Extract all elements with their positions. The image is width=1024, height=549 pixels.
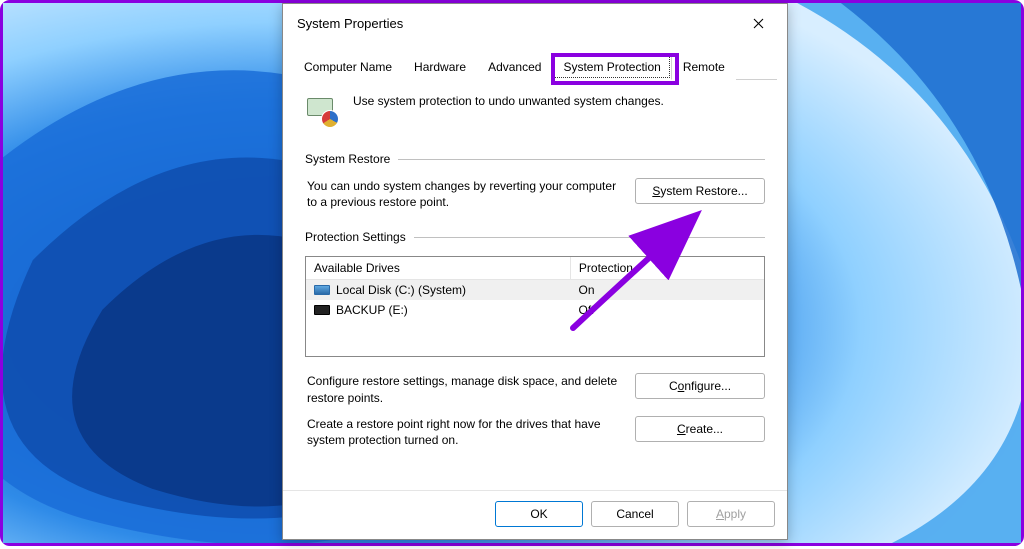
drives-table[interactable]: Available Drives Protection Local Disk (…: [305, 256, 765, 357]
protection-status: Off: [571, 300, 765, 320]
dialog-button-bar: OK Cancel Apply: [283, 490, 787, 539]
system-restore-button[interactable]: System Restore...: [635, 178, 765, 204]
close-icon: [753, 18, 764, 29]
legend: Protection Settings: [305, 230, 765, 244]
window-title: System Properties: [297, 16, 737, 31]
cancel-button[interactable]: Cancel: [591, 501, 679, 527]
tab-advanced[interactable]: Advanced: [477, 54, 552, 80]
tab-strip: Computer Name Hardware Advanced System P…: [283, 54, 787, 80]
drive-name: BACKUP (E:): [336, 303, 408, 317]
drive-icon: [314, 305, 330, 315]
protection-settings-group: Protection Settings Available Drives Pro…: [305, 230, 765, 448]
legend-label: Protection Settings: [305, 230, 406, 244]
intro-text: Use system protection to undo unwanted s…: [353, 94, 664, 108]
intro-section: Use system protection to undo unwanted s…: [305, 94, 765, 130]
drive-icon: [314, 285, 330, 295]
titlebar[interactable]: System Properties: [283, 4, 787, 42]
apply-button[interactable]: Apply: [687, 501, 775, 527]
configure-button[interactable]: Configure...: [635, 373, 765, 399]
restore-description: You can undo system changes by reverting…: [307, 178, 623, 210]
legend: System Restore: [305, 152, 765, 166]
create-button[interactable]: Create...: [635, 416, 765, 442]
tab-hardware[interactable]: Hardware: [403, 54, 477, 80]
tab-system-protection[interactable]: System Protection: [552, 54, 671, 80]
dialog-body: Use system protection to undo unwanted s…: [283, 80, 787, 490]
legend-label: System Restore: [305, 152, 390, 166]
protection-status: On: [571, 280, 765, 300]
table-row[interactable]: BACKUP (E:) Off: [306, 300, 764, 320]
table-row[interactable]: Local Disk (C:) (System) On: [306, 280, 764, 300]
system-restore-group: System Restore You can undo system chang…: [305, 152, 765, 210]
close-button[interactable]: [737, 4, 779, 42]
column-header-protection: Protection: [571, 257, 764, 280]
system-properties-dialog: System Properties Computer Name Hardware…: [282, 3, 788, 540]
system-protection-icon: [305, 94, 341, 130]
configure-description: Configure restore settings, manage disk …: [307, 373, 623, 405]
tab-remote[interactable]: Remote: [672, 54, 736, 80]
create-description: Create a restore point right now for the…: [307, 416, 623, 448]
drive-name: Local Disk (C:) (System): [336, 283, 466, 297]
column-header-drives: Available Drives: [306, 257, 571, 280]
tab-computer-name[interactable]: Computer Name: [293, 54, 403, 80]
ok-button[interactable]: OK: [495, 501, 583, 527]
